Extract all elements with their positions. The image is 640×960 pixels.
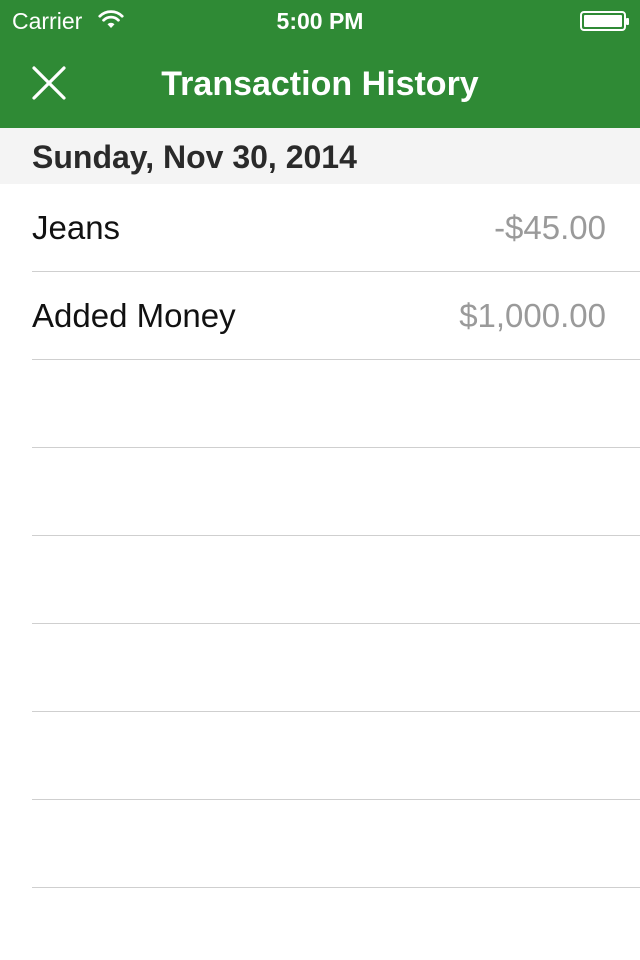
table-row (0, 448, 640, 536)
table-row (0, 536, 640, 624)
status-bar: Carrier 5:00 PM (0, 0, 640, 40)
transaction-name: Added Money (32, 297, 236, 334)
battery-icon (580, 11, 629, 31)
table-row (0, 800, 640, 888)
header: Carrier 5:00 PM Transaction History (0, 0, 640, 128)
section-header: Sunday, Nov 30, 2014 (0, 128, 640, 184)
table-row[interactable]: Added Money $1,000.00 (0, 272, 640, 360)
transaction-name: Jeans (32, 209, 121, 246)
transaction-amount: $1,000.00 (459, 297, 606, 334)
navigation-bar: Transaction History (0, 40, 640, 128)
table-row[interactable]: Jeans -$45.00 (0, 184, 640, 272)
page-title: Transaction History (161, 65, 479, 103)
transaction-amount: -$45.00 (494, 209, 606, 246)
table-row (0, 712, 640, 800)
table-row (0, 360, 640, 448)
section-date: Sunday, Nov 30, 2014 (32, 139, 357, 175)
transaction-list: Jeans -$45.00 Added Money $1,000.00 (0, 184, 640, 888)
table-row (0, 624, 640, 712)
status-time: 5:00 PM (276, 8, 364, 34)
